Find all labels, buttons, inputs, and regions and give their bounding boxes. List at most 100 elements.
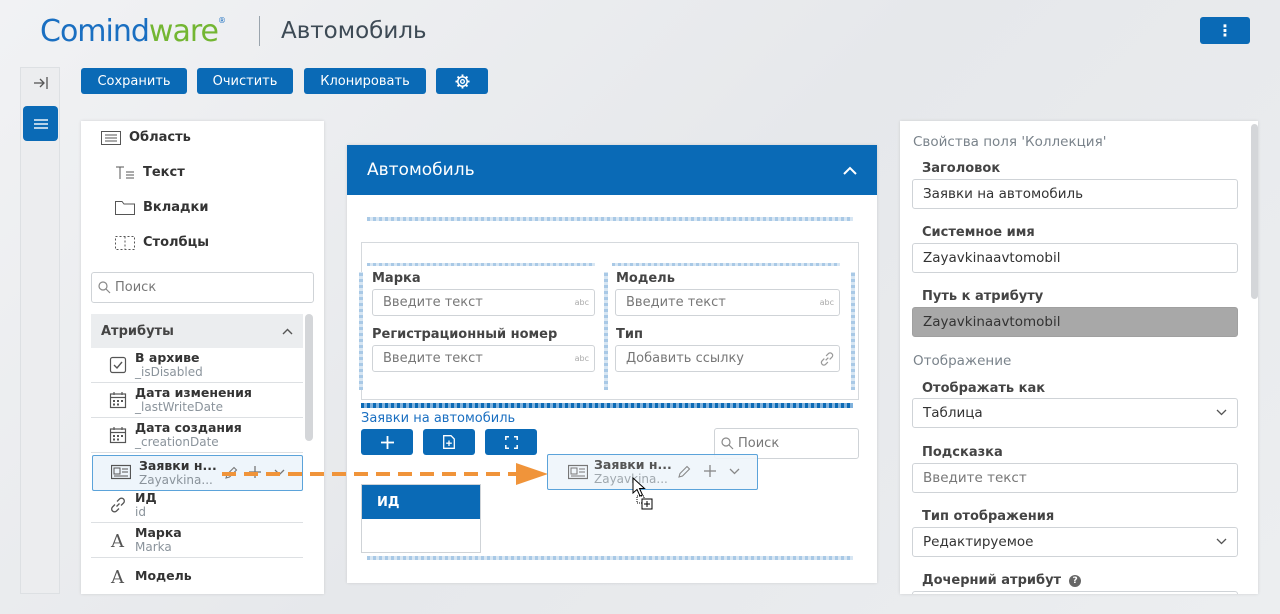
columns-icon [115, 235, 135, 250]
display-type-label: Тип отображения [922, 509, 1055, 524]
clear-button[interactable]: Очистить [197, 68, 293, 94]
chevron-down-icon [729, 468, 740, 475]
attribute-item[interactable]: A Модель [91, 558, 303, 593]
drop-zone[interactable] [367, 556, 853, 560]
gear-icon [454, 73, 470, 89]
input-type[interactable]: Добавить ссылку [615, 345, 840, 372]
drop-zone[interactable] [367, 263, 595, 266]
form-title: Автомобиль [367, 160, 475, 180]
palette-item-area[interactable]: Область [101, 130, 191, 145]
help-icon[interactable]: ? [1069, 574, 1082, 587]
attribute-item[interactable]: Дата создания _creationDate [91, 418, 303, 453]
new-document-icon [443, 435, 455, 449]
comindware-logo: Comindware® [40, 14, 226, 49]
search-placeholder: Поиск [738, 436, 780, 451]
svg-text:A: A [110, 567, 125, 585]
fullscreen-button[interactable] [485, 429, 537, 455]
ghost-title: Заявки н... [594, 457, 672, 472]
placeholder: Введите текст [626, 295, 726, 310]
attribute-title: Дата создания [135, 420, 242, 435]
text-type-icon: abc [574, 354, 589, 363]
drag-arrow-icon [222, 463, 548, 485]
display-as-select[interactable]: Таблица [912, 398, 1238, 428]
collection-label: Заявки на автомобиль [361, 411, 516, 426]
attributes-header[interactable]: Атрибуты [91, 314, 303, 348]
attribute-item[interactable]: A Марка Marka [91, 523, 303, 558]
left-rail [20, 67, 60, 594]
child-attribute-select[interactable] [912, 591, 1238, 594]
clone-button[interactable]: Клонировать [304, 68, 426, 94]
attribute-system-name: _lastWriteDate [135, 400, 224, 414]
field-label-type: Тип [616, 327, 643, 342]
palette-item-columns[interactable]: Столбцы [115, 235, 209, 250]
input-value: Zayavkinaavtomobil [923, 314, 1061, 330]
palette-scrollbar[interactable] [305, 314, 313, 441]
text-a-icon: A [110, 567, 125, 585]
attribute-system-name: Zayavkina... [139, 473, 213, 487]
table-header-id[interactable]: ИД [362, 485, 480, 519]
palette-item-tabs[interactable]: Вкладки [115, 200, 208, 215]
child-attribute-text: Дочерний атрибут [922, 573, 1062, 588]
plus-icon [704, 465, 716, 477]
select-value: Редактируемое [923, 534, 1034, 550]
system-name-input[interactable]: Zayavkinaavtomobil [912, 243, 1238, 273]
drop-zone[interactable] [367, 217, 853, 221]
chevron-down-icon [1216, 409, 1227, 416]
chevron-down-icon [1216, 538, 1227, 545]
drop-zone[interactable] [612, 263, 840, 266]
input-marka[interactable]: Введите текст abc [372, 289, 595, 316]
palette-item-label: Текст [143, 165, 185, 180]
palette-item-label: Вкладки [143, 200, 209, 215]
pencil-icon [678, 465, 691, 478]
attribute-system-name: _isDisabled [135, 365, 203, 379]
drop-zone-vertical[interactable] [359, 272, 363, 390]
palette-item-text[interactable]: Текст [115, 165, 185, 180]
attribute-item[interactable]: Дата изменения _lastWriteDate [91, 383, 303, 418]
input-model[interactable]: Введите текст abc [615, 289, 840, 316]
checkbox-icon [109, 356, 127, 374]
chevron-up-icon[interactable] [843, 166, 857, 175]
system-name-label: Системное имя [922, 225, 1035, 240]
search-icon [98, 281, 111, 294]
field-label-marka: Марка [372, 271, 421, 286]
add-row-button[interactable] [361, 429, 413, 455]
attributes-title: Атрибуты [101, 323, 174, 339]
attribute-title: Марка [135, 525, 182, 540]
display-section-title: Отображение [913, 353, 1012, 369]
drop-zone-active[interactable] [361, 403, 853, 408]
save-button[interactable]: Сохранить [81, 68, 187, 94]
display-type-select[interactable]: Редактируемое [912, 527, 1238, 557]
properties-panel: Свойства поля 'Коллекция' Заголовок Заяв… [900, 121, 1258, 594]
field-label-model: Модель [616, 271, 675, 286]
settings-button[interactable] [436, 68, 488, 94]
title-input[interactable]: Заявки на автомобиль [912, 179, 1238, 209]
properties-scrollbar[interactable] [1251, 124, 1258, 299]
attribute-item[interactable]: В архиве _isDisabled [91, 348, 303, 383]
search-icon [721, 437, 734, 450]
drop-zone-vertical[interactable] [604, 272, 608, 390]
child-attribute-label: Дочерний атрибут? [922, 573, 1082, 588]
placeholder: Введите текст [383, 351, 483, 366]
input-reg-number[interactable]: Введите текст abc [372, 345, 595, 372]
expand-panel-icon[interactable] [29, 73, 53, 97]
attribute-path-input: Zayavkinaavtomobil [912, 307, 1238, 337]
collection-table: ИД [361, 484, 481, 553]
menu-button[interactable] [23, 106, 58, 141]
collection-icon [567, 464, 589, 484]
add-file-button[interactable] [423, 429, 475, 455]
form-header[interactable]: Автомобиль [347, 145, 877, 195]
properties-section-title: Свойства поля 'Коллекция' [913, 134, 1107, 150]
palette-search-input[interactable]: Поиск [91, 272, 314, 303]
header-divider [259, 16, 260, 46]
drop-zone-vertical[interactable] [851, 272, 855, 390]
select-value: Таблица [923, 405, 983, 421]
tabs-icon [115, 200, 135, 215]
placeholder: Введите текст [383, 295, 483, 310]
attribute-title: В архиве [135, 350, 200, 365]
more-options-button[interactable]: ⋮ [1200, 17, 1250, 44]
hint-input[interactable]: Введите текст [912, 463, 1238, 493]
kebab-icon: ⋮ [1217, 21, 1233, 40]
display-as-label: Отображать как [922, 381, 1046, 396]
field-label-reg-number: Регистрационный номер [372, 327, 558, 342]
attribute-item[interactable]: ИД id [91, 488, 303, 523]
